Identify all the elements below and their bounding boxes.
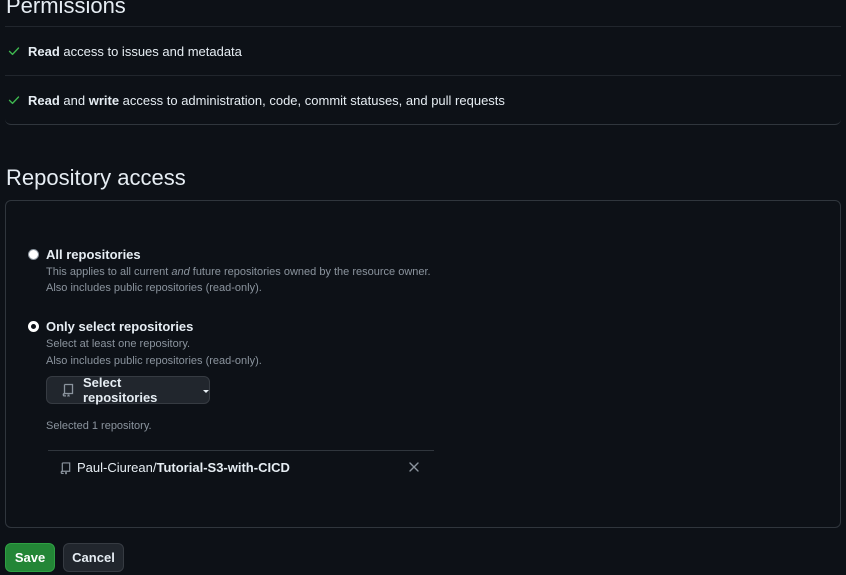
selected-count: Selected 1 repository. [46,420,152,432]
permission-text: Read access to issues and metadata [28,43,242,59]
page: Permissions Read access to issues and me… [0,0,846,575]
all-repositories-note: This applies to all current and future r… [46,266,431,278]
permission-row: Read access to issues and metadata [5,27,841,76]
repository-access-heading: Repository access [6,165,186,190]
permissions-list: Read access to issues and metadata Read … [5,26,841,125]
cancel-button[interactable]: Cancel [63,543,124,572]
only-select-repositories-label[interactable]: Only select repositories [46,319,193,335]
only-select-repositories-radio[interactable] [28,321,39,332]
repo-icon [62,383,75,397]
permission-text: Read and write access to administration,… [28,92,505,108]
all-repositories-note-public: Also includes public repositories (read-… [46,282,262,294]
select-repositories-note-public: Also includes public repositories (read-… [46,355,262,367]
check-icon [6,43,22,59]
select-repositories-label: Select repositories [83,375,158,405]
save-button[interactable]: Save [5,543,55,572]
check-icon [6,92,22,108]
all-repositories-label[interactable]: All repositories [46,247,141,263]
select-repositories-note: Select at least one repository. [46,338,191,350]
close-icon[interactable] [408,461,420,473]
permissions-heading: Permissions [6,0,126,18]
selected-repository-item: Paul-Ciurean/Tutorial-S3-with-CICD [48,450,434,484]
select-repositories-button[interactable]: Select repositories [46,375,210,405]
repository-access-panel: All repositories This applies to all cur… [5,200,841,528]
permission-row: Read and write access to administration,… [5,76,841,125]
repo-icon [60,461,72,475]
all-repositories-option[interactable]: All repositories [28,247,141,263]
only-select-repositories-option[interactable]: Only select repositories [28,319,193,335]
chevron-down-icon [203,389,209,393]
all-repositories-radio[interactable] [28,249,39,260]
repository-name: Paul-Ciurean/Tutorial-S3-with-CICD [77,460,290,475]
